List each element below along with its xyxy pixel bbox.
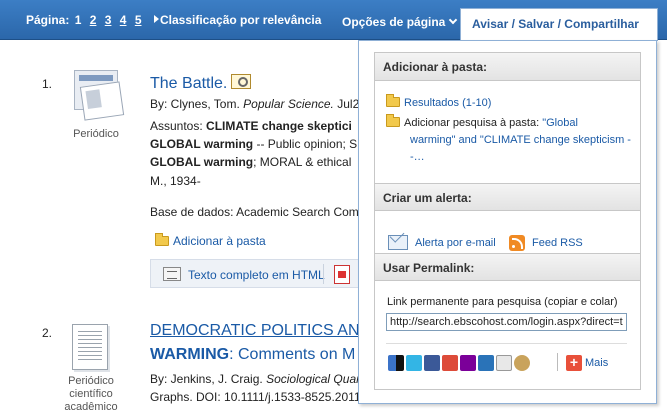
page-options-menu[interactable]: Opções de página	[342, 15, 458, 29]
search-query-link-line-3[interactable]: -…	[410, 149, 425, 165]
share-panel-inner: Adicionar à pasta: Resultados (1-10) Adi…	[374, 52, 641, 390]
subjects-label: Assuntos:	[150, 119, 203, 133]
source-title: Sociological Quar	[266, 372, 361, 386]
fulltext-bar: Texto completo em HTML	[150, 259, 365, 288]
page-link-3[interactable]: 3	[105, 13, 112, 27]
more-share-link[interactable]: Mais	[585, 357, 608, 369]
rss-feed-link[interactable]: Feed RSS	[532, 235, 583, 251]
result-title-link[interactable]: The Battle.	[150, 75, 227, 92]
add-search-label: Adicionar pesquisa à pasta:	[404, 117, 540, 129]
result-title-line-2[interactable]: WARMING: Comments on M	[150, 346, 355, 364]
page-link-2[interactable]: 2	[90, 13, 97, 27]
result-type: Periódico científico acadêmico	[56, 375, 126, 411]
add-to-folder-label: Adicionar à pasta	[173, 234, 266, 248]
result-type-line: científico	[69, 388, 113, 400]
search-query-link[interactable]: "Global	[542, 117, 578, 129]
add-to-folder-link[interactable]: Adicionar à pasta	[155, 232, 266, 251]
result-number: 1.	[42, 77, 53, 91]
pagination: Página: 1 2 3 4 5	[26, 13, 159, 27]
sort-dropdown[interactable]: Classificação por relevância	[160, 13, 321, 27]
email-alert-icon[interactable]	[388, 235, 408, 250]
facebook-icon[interactable]	[424, 355, 440, 371]
yahoo-icon[interactable]	[460, 355, 476, 371]
subjects-line-2: GLOBAL warming -- Public opinion; S	[150, 135, 357, 154]
digg-icon[interactable]	[514, 355, 530, 371]
source-title: Popular Science.	[243, 97, 334, 111]
result-title-link[interactable]: DEMOCRATIC POLITICS AND	[150, 322, 371, 339]
permalink-field[interactable]	[386, 313, 627, 331]
database-line: Base de dados: Academic Search Comple	[150, 205, 375, 219]
result-number: 2.	[42, 326, 53, 340]
share-dropdown-panel: Adicionar à pasta: Resultados (1-10) Adi…	[358, 40, 657, 404]
folder-results-label: Resultados (1-10)	[404, 97, 492, 109]
subject-term[interactable]: CLIMATE change skeptici	[206, 119, 352, 133]
page-link-5[interactable]: 5	[135, 13, 142, 27]
result-byline: By: Clynes, Tom. Popular Science. Jul20	[150, 95, 366, 114]
divider	[323, 264, 324, 284]
result-type-line: Periódico	[68, 375, 114, 387]
next-page-arrow-icon[interactable]	[153, 15, 159, 23]
email-alert-link[interactable]: Alerta por e-mail	[415, 235, 496, 251]
folder-results-link[interactable]: Resultados (1-10)	[386, 94, 492, 111]
subjects-line-1: Assuntos: CLIMATE change skeptici	[150, 117, 352, 136]
plus-icon[interactable]: +	[566, 355, 582, 371]
google-icon[interactable]	[442, 355, 458, 371]
html-fulltext-icon[interactable]	[163, 267, 181, 281]
subject-text: ; MORAL & ethical	[253, 155, 352, 169]
author-text: By: Clynes, Tom.	[150, 97, 240, 111]
folder-icon	[386, 94, 400, 107]
add-search-to-folder[interactable]: Adicionar pesquisa à pasta: "Global	[386, 114, 634, 131]
page-options-label: Opções de página	[342, 15, 446, 29]
result-title-link[interactable]: : Comments on M	[229, 346, 355, 363]
hotmail-icon[interactable]	[478, 355, 494, 371]
result-title[interactable]: DEMOCRATIC POLITICS AND	[150, 322, 371, 340]
result-byline: By: Jenkins, J. Craig. Sociological Quar	[150, 370, 360, 389]
permalink-header: Usar Permalink:	[375, 253, 640, 281]
subject-term[interactable]: GLOBAL warming	[150, 137, 253, 151]
share-tab[interactable]: Avisar / Salvar / Compartilhar	[460, 8, 658, 41]
subject-text: -- Public opinion; S	[253, 137, 358, 151]
periodical-thumbnail-icon[interactable]	[74, 70, 125, 121]
twitter-icon[interactable]	[406, 355, 422, 371]
rss-icon[interactable]	[509, 235, 525, 251]
folder-icon	[386, 114, 400, 127]
subjects-line-3: GLOBAL warming; MORAL & ethical	[150, 153, 351, 172]
divider	[557, 353, 558, 371]
html-fulltext-link[interactable]: Texto completo em HTML	[188, 268, 325, 282]
highlighted-term[interactable]: WARMING	[150, 346, 229, 363]
author-text: By: Jenkins, J. Craig.	[150, 372, 263, 386]
page-label: Página:	[26, 13, 70, 27]
share-icons-row	[388, 355, 532, 373]
pdf-icon[interactable]	[334, 265, 350, 284]
page-link-1[interactable]: 1	[75, 13, 82, 27]
create-alert-header: Criar um alerta:	[375, 183, 640, 211]
divider	[386, 343, 627, 344]
result-type-line: acadêmico	[64, 401, 118, 411]
chevron-down-icon	[449, 15, 458, 25]
subjects-line-4: M., 1934-	[150, 174, 201, 188]
subject-term[interactable]: GLOBAL warming	[150, 155, 253, 169]
academic-journal-thumbnail-icon[interactable]	[66, 322, 112, 372]
delicious-icon[interactable]	[388, 355, 404, 371]
result-type: Periódico	[73, 128, 119, 140]
result-title[interactable]: The Battle.	[150, 74, 252, 93]
email-icon[interactable]	[496, 355, 512, 371]
folder-icon	[155, 233, 169, 246]
preview-magnifier-icon[interactable]	[231, 74, 252, 89]
search-query-link-line-2[interactable]: warming" and "CLIMATE change skepticism …	[410, 132, 631, 148]
add-to-folder-header: Adicionar à pasta:	[375, 53, 640, 81]
page-link-4[interactable]: 4	[120, 13, 127, 27]
permalink-label: Link permanente para pesquisa (copiar e …	[387, 296, 618, 308]
results-toolbar: Página: 1 2 3 4 5 Classificação por rele…	[0, 0, 667, 41]
